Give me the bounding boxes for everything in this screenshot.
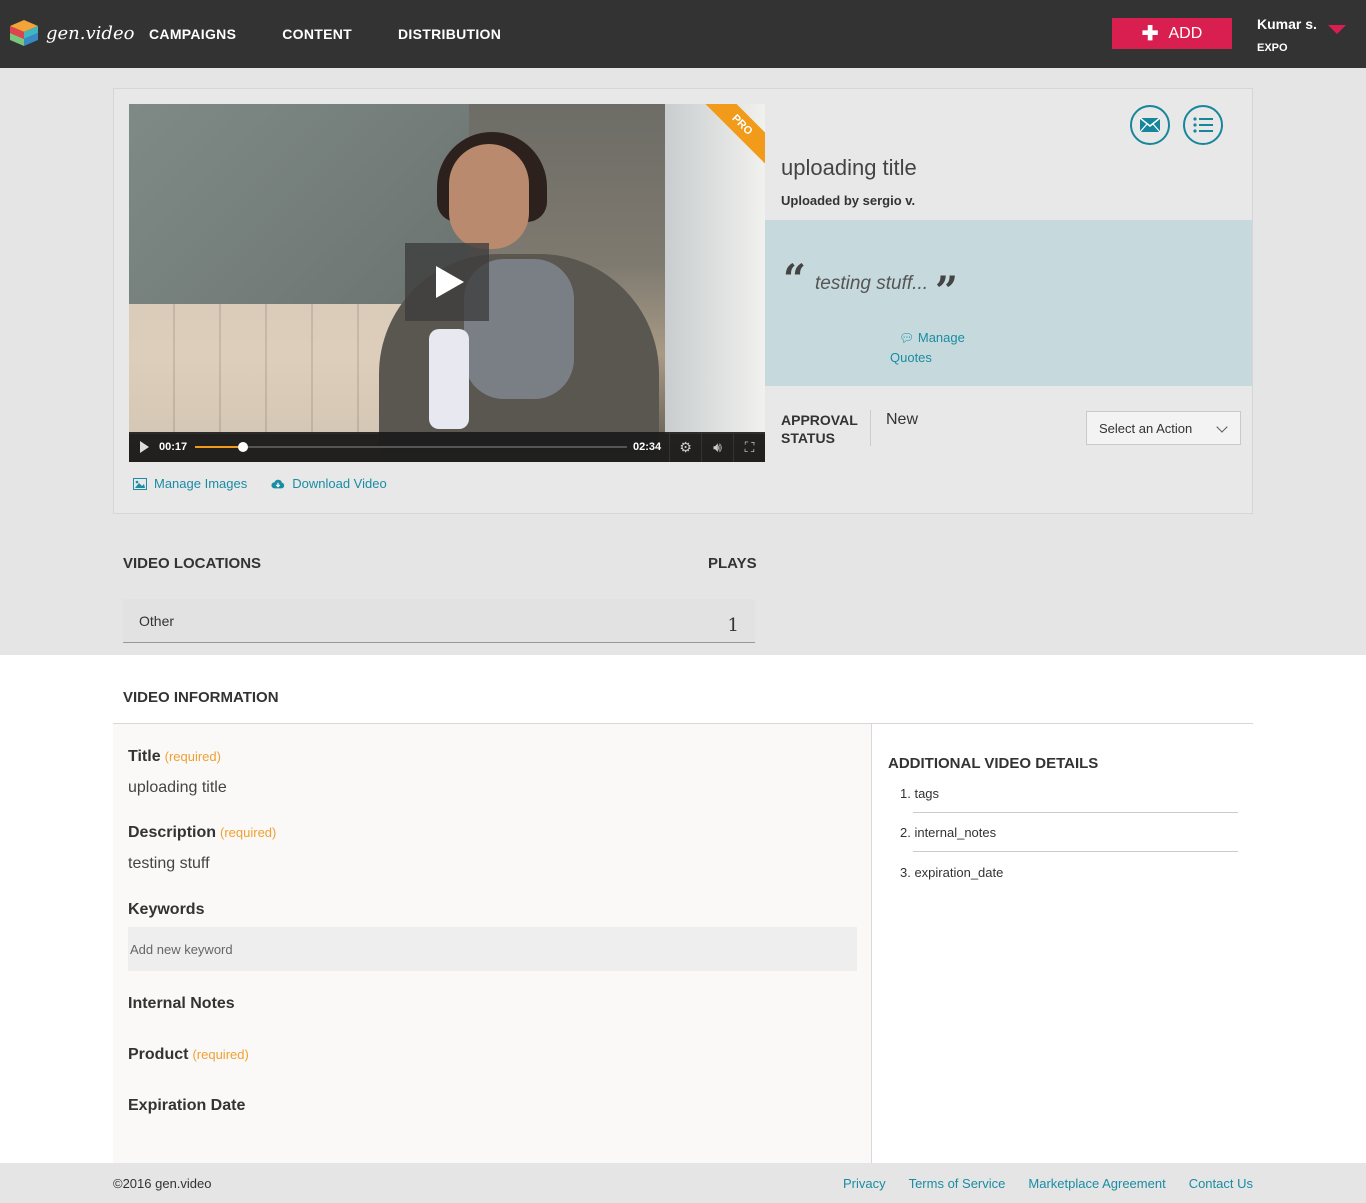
- play-icon: [139, 441, 149, 453]
- description-field-label: Description (required): [128, 824, 276, 842]
- play-icon: [436, 266, 464, 298]
- video-card: PRO 00:17 02:34 ⚙ 🔊︎ ⛶ Manage Images Dow…: [113, 88, 1253, 514]
- video-locations-heading: VIDEO LOCATIONS: [123, 555, 262, 572]
- video-frame-bottle: [429, 329, 469, 429]
- open-quote-mark: “: [783, 256, 807, 303]
- list-divider: [913, 851, 1238, 852]
- logo-text: gen.video: [46, 22, 135, 44]
- media-links: Manage Images Download Video: [133, 476, 411, 491]
- video-frame-face: [449, 144, 529, 249]
- copyright: ©2016 gen.video: [113, 1176, 212, 1191]
- download-video-link[interactable]: Download Video: [271, 476, 387, 491]
- nav-content[interactable]: CONTENT: [282, 26, 352, 42]
- main-nav: CAMPAIGNS CONTENT DISTRIBUTION: [149, 0, 547, 68]
- download-video-label: Download Video: [292, 476, 387, 491]
- user-name[interactable]: Kumar s.: [1257, 16, 1317, 32]
- select-action-dropdown[interactable]: Select an Action: [1086, 411, 1241, 445]
- keywords-field-label: Keywords: [128, 901, 205, 918]
- image-icon: [133, 477, 147, 490]
- add-button-label: ADD: [1168, 24, 1203, 42]
- terms-of-service-link[interactable]: Terms of Service: [909, 1176, 1006, 1191]
- envelope-icon: [1139, 117, 1161, 133]
- required-indicator: (required): [164, 749, 221, 764]
- big-play-button[interactable]: [405, 243, 489, 321]
- seek-track: [195, 446, 627, 448]
- title-field-label: Title (required): [128, 748, 221, 766]
- description-field-value[interactable]: testing stuff: [128, 855, 210, 873]
- list-item[interactable]: 1. tags: [900, 786, 939, 801]
- top-navigation-bar: gen.video CAMPAIGNS CONTENT DISTRIBUTION…: [0, 0, 1366, 68]
- table-row: Other 1: [123, 599, 755, 643]
- user-menu-caret-icon[interactable]: [1328, 25, 1346, 34]
- control-play-button[interactable]: [129, 432, 159, 462]
- player-controls: 00:17 02:34 ⚙ 🔊︎ ⛶: [129, 432, 765, 462]
- video-title: uploading title: [781, 155, 917, 180]
- video-information-heading: VIDEO INFORMATION: [123, 689, 279, 706]
- title-label-text: Title: [128, 748, 161, 765]
- add-button[interactable]: ✚ ADD: [1112, 18, 1232, 49]
- privacy-link[interactable]: Privacy: [843, 1176, 886, 1191]
- approval-status-value: New: [886, 411, 919, 428]
- list-item[interactable]: 3. expiration_date: [900, 865, 1003, 880]
- settings-gear-icon[interactable]: ⚙: [669, 432, 701, 462]
- title-field-value[interactable]: uploading title: [128, 779, 227, 797]
- user-organization: EXPO: [1257, 42, 1288, 54]
- product-label-text: Product: [128, 1046, 189, 1063]
- plus-icon: ✚: [1141, 22, 1159, 45]
- location-name: Other: [139, 613, 175, 629]
- quote-panel: “ testing stuff... ” 💬︎ Manage Quotes: [765, 220, 1252, 386]
- contact-us-link[interactable]: Contact Us: [1189, 1176, 1253, 1191]
- uploaded-by: Uploaded by sergio v.: [781, 193, 916, 208]
- close-quote-mark: ”: [935, 268, 959, 315]
- required-indicator: (required): [192, 1047, 249, 1062]
- fullscreen-icon[interactable]: ⛶: [733, 432, 765, 462]
- additional-video-details-heading: ADDITIONAL VIDEO DETAILS: [888, 755, 1099, 772]
- internal-notes-field-label: Internal Notes: [128, 995, 235, 1012]
- seek-bar[interactable]: [195, 432, 627, 462]
- footer-links: Privacy Terms of Service Marketplace Agr…: [820, 1176, 1253, 1191]
- quote-text: testing stuff...: [815, 273, 928, 294]
- video-player[interactable]: PRO 00:17 02:34 ⚙ 🔊︎ ⛶: [129, 104, 765, 462]
- list-divider: [913, 812, 1238, 813]
- expiration-date-field-label: Expiration Date: [128, 1097, 246, 1114]
- duration: 02:34: [633, 441, 662, 453]
- comment-icon: 💬︎: [899, 331, 915, 345]
- cloud-download-icon: [271, 479, 285, 488]
- pro-badge-label: PRO: [705, 104, 765, 164]
- current-time: 00:17: [159, 441, 188, 453]
- list-item[interactable]: 2. internal_notes: [900, 825, 996, 840]
- approval-status-label: APPROVAL STATUS: [781, 412, 858, 446]
- video-information-form: Title (required) uploading title Descript…: [113, 724, 872, 1163]
- description-label-text: Description: [128, 824, 217, 841]
- select-action-label: Select an Action: [1099, 420, 1193, 436]
- logo-mark-icon: [10, 20, 38, 46]
- required-indicator: (required): [220, 825, 277, 840]
- nav-campaigns[interactable]: CAMPAIGNS: [149, 26, 236, 42]
- email-button[interactable]: [1130, 105, 1170, 145]
- details-list-button[interactable]: [1183, 105, 1223, 145]
- pro-badge: PRO: [705, 104, 765, 164]
- product-field-label: Product (required): [128, 1046, 249, 1064]
- seek-progress: [195, 446, 243, 448]
- nav-distribution[interactable]: DISTRIBUTION: [398, 26, 501, 42]
- list-icon: [1193, 117, 1213, 133]
- footer: ©2016 gen.video Privacy Terms of Service…: [0, 1163, 1366, 1203]
- logo[interactable]: gen.video: [10, 20, 134, 46]
- volume-icon[interactable]: 🔊︎: [701, 432, 733, 462]
- marketplace-agreement-link[interactable]: Marketplace Agreement: [1028, 1176, 1165, 1191]
- approval-divider: [870, 410, 871, 446]
- manage-images-link[interactable]: Manage Images: [133, 476, 247, 491]
- manage-images-label: Manage Images: [154, 476, 248, 491]
- plays-heading: PLAYS: [708, 555, 757, 572]
- keyword-input[interactable]: [128, 927, 857, 971]
- manage-quotes-link[interactable]: 💬︎ Manage Quotes: [890, 328, 980, 368]
- location-plays: 1: [727, 615, 739, 636]
- seek-handle[interactable]: [237, 442, 248, 452]
- chevron-down-icon: [1216, 421, 1228, 433]
